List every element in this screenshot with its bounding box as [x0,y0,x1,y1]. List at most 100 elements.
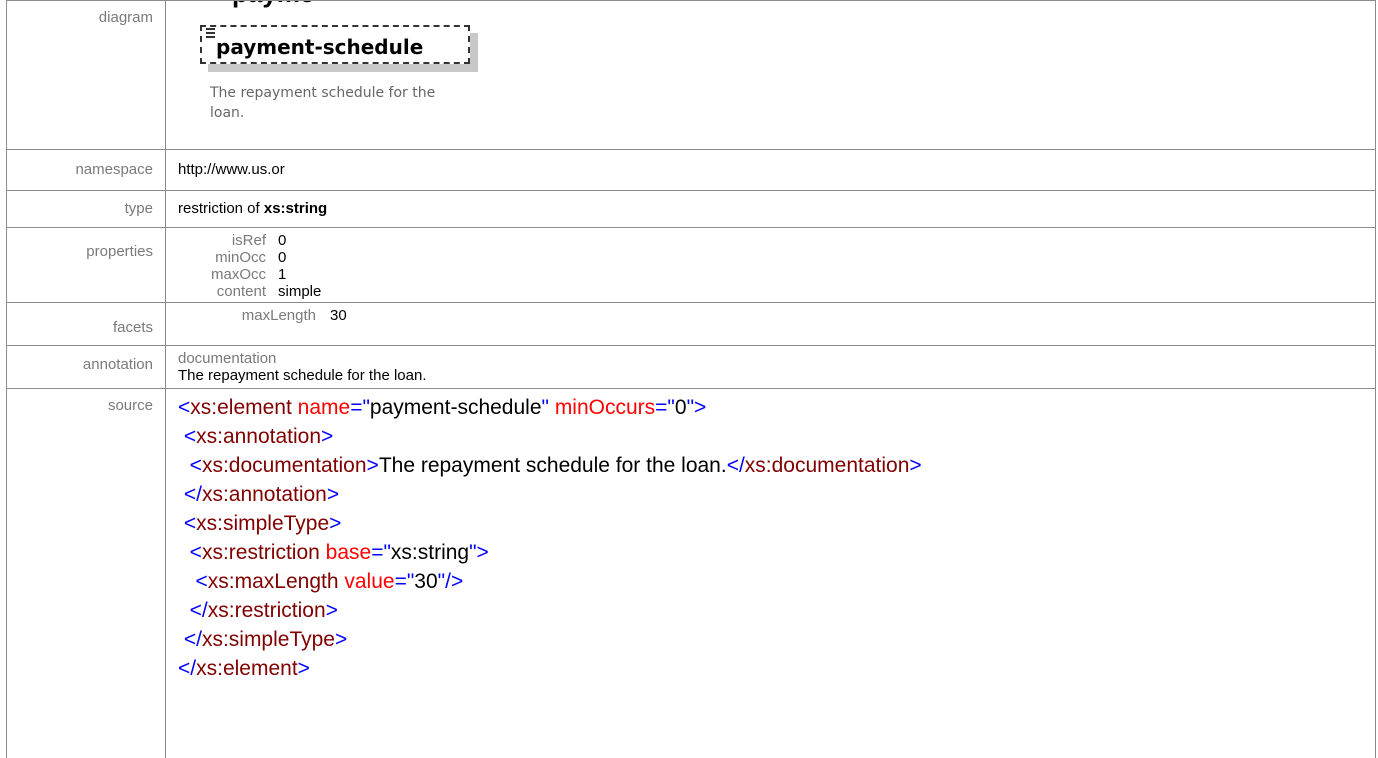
facets-list: maxLength 30 [178,307,1375,324]
source-punct: < [178,570,208,593]
source-punct: </ [178,483,202,506]
facet-value: 30 [330,307,347,324]
property-key: content [216,283,266,300]
element-diagram-box[interactable]: payment-schedule [200,25,478,72]
diagram-description: The repayment schedule for the loan. [210,85,436,121]
diagram-label: diagram [6,0,166,150]
source-attr-name: value [344,570,395,593]
source-punct: =" [350,396,370,419]
source-attr-name: name [297,396,351,419]
source-text: The repayment schedule for the loan. [378,454,727,477]
source-line: </xs:simpleType> [178,625,1375,654]
namespace-label: namespace [6,149,166,191]
source-punct: </ [726,454,745,477]
facets-cell: maxLength 30 [165,302,1376,346]
source-tag-name: xs:simpleType [201,628,335,651]
source-tag-name: xs:documentation [744,454,910,477]
source-line: <xs:documentation>The repayment schedule… [178,451,1375,480]
source-tag-name: xs:annotation [201,483,327,506]
source-tag-name: xs:restriction [207,599,326,622]
source-punct: </ [178,657,197,680]
source-punct: > [297,657,310,680]
source-attr-name: minOccurs [554,396,656,419]
diagram-row: diagram payment-schedule The repayment s… [6,0,1376,150]
facets-label: facets [6,302,166,346]
source-punct: > [334,628,348,651]
facets-row: facets maxLength 30 [6,302,1376,346]
type-label: type [6,190,166,228]
property-key: maxOcc [210,266,266,283]
source-tag-name: xs:element [190,396,292,419]
source-line: <xs:simpleType> [178,509,1375,538]
properties-label: properties [6,227,166,303]
source-punct: > [329,512,342,535]
namespace-row: namespace http://www.us.or [6,149,1376,191]
annotation-cell: documentation The repayment schedule for… [165,345,1376,389]
source-punct: < [178,541,202,564]
source-punct: =" [371,541,391,564]
source-tag-name: xs:documentation [201,454,367,477]
type-prefix: restriction of [178,200,264,217]
property-value: 0 [278,232,287,249]
property-value: simple [278,283,322,300]
source-punct: > [321,425,334,448]
source-line: <xs:restriction base="xs:string"> [178,538,1375,567]
source-row: source <xs:element name="payment-schedul… [6,388,1376,758]
property-key: isRef [231,232,266,249]
source-tag-name: xs:restriction [201,541,320,564]
source-punct: "> [469,541,489,564]
property-value: 0 [278,249,287,266]
source-attr-value: xs:string [390,541,470,564]
source-tag-name: xs:simpleType [196,512,330,535]
source-punct: < [178,454,202,477]
diagram-element-name: payment-schedule [216,35,424,59]
schema-element-table: diagram payment-schedule The repayment s… [6,0,1376,758]
source-line: <xs:maxLength value="30"/> [178,567,1375,596]
source-cell: <xs:element name="payment-schedule" minO… [165,388,1376,758]
source-punct: </ [178,599,208,622]
source-label: source [6,388,166,758]
annotation-label: annotation [6,345,166,389]
diagram-cell: payment-schedule The repayment schedule … [165,0,1376,150]
source-punct: < [178,512,197,535]
source-punct: </ [178,628,202,651]
source-punct: =" [394,570,415,593]
source-punct: < [178,425,197,448]
source-punct: > [366,454,379,477]
namespace-value: http://www.us.or [165,149,1376,191]
source-line: </xs:element> [178,654,1375,683]
source-code: <xs:element name="payment-schedule" minO… [178,389,1375,683]
source-punct: > [326,483,340,506]
source-line: <xs:element name="payment-schedule" minO… [178,393,1375,422]
source-line: </xs:restriction> [178,596,1375,625]
source-punct: > [325,599,338,622]
source-tag-name: xs:maxLength [207,570,339,593]
source-line: <xs:annotation> [178,422,1375,451]
property-key: minOcc [215,249,266,266]
source-punct: =" [655,396,675,419]
source-attr-value: 0 [674,396,687,419]
type-base: xs:string [263,200,328,217]
source-punct: "> [686,396,707,419]
type-row: type restriction of xs:string [6,190,1376,228]
documentation-icon [206,28,215,40]
source-tag-name: xs:annotation [196,425,322,448]
properties-row: properties isRef 0 minOcc 0 maxOcc 1 content si… [6,227,1376,303]
properties-list: isRef 0 minOcc 0 maxOcc 1 content simple [178,232,1375,300]
properties-cell: isRef 0 minOcc 0 maxOcc 1 content simple [165,227,1376,303]
source-punct: " [541,396,555,419]
type-value: restriction of xs:string [165,190,1376,228]
documentation-label: documentation [178,350,277,367]
source-punct: "/> [437,570,464,593]
source-tag-name: xs:element [196,657,298,680]
source-attr-value: 30 [414,570,438,593]
facet-key: maxLength [241,307,316,324]
source-line: </xs:annotation> [178,480,1375,509]
source-attr-name: base [325,541,372,564]
property-value: 1 [278,266,287,283]
annotation-row: annotation documentation The repayment s… [6,345,1376,389]
source-punct: < [178,396,191,419]
source-attr-value: payment-schedule [369,396,542,419]
documentation-text: The repayment schedule for the loan. [178,367,427,384]
source-punct: > [909,454,922,477]
